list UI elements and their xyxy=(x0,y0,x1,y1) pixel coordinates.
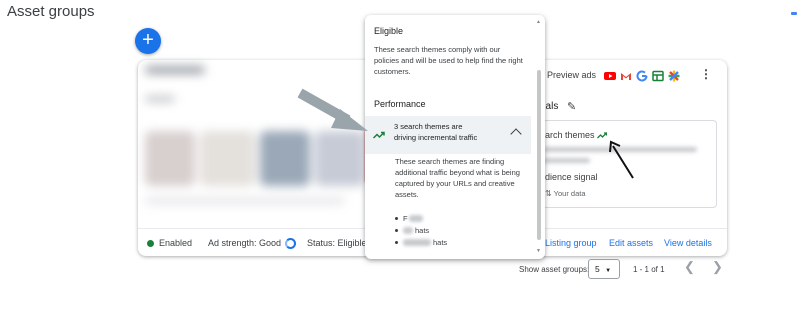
search-theme-list: F hats hats xyxy=(395,213,447,249)
scroll-down-icon[interactable]: ▼ xyxy=(536,248,541,254)
your-data-icon: ⇅ xyxy=(545,189,552,198)
redacted-text xyxy=(408,215,423,222)
list-item-text: hats xyxy=(433,238,448,247)
dropdown-caret-icon: ▼ xyxy=(605,268,612,274)
more-options-icon[interactable]: ⋮ xyxy=(700,67,712,81)
search-themes-label[interactable]: earch themes xyxy=(540,130,608,140)
google-icon xyxy=(636,69,648,82)
trending-up-icon xyxy=(372,126,385,144)
eligible-heading: Eligible xyxy=(374,26,404,36)
list-item-text: F xyxy=(403,214,408,223)
next-page-icon[interactable]: ❯ xyxy=(712,259,723,275)
page: Asset groups Preview ads ⋮ nals ✎ earch … xyxy=(0,0,800,318)
your-data-label: ⇅ Your data xyxy=(545,189,586,198)
status: Status: Eligible xyxy=(307,238,367,248)
ad-strength-ring-icon xyxy=(285,238,297,249)
audience-signal-label[interactable]: udience signal xyxy=(540,172,598,182)
collapse-chevron-icon[interactable] xyxy=(510,128,522,140)
status-enabled[interactable]: Enabled xyxy=(147,238,192,248)
ad-strength-value: Good xyxy=(259,238,282,248)
list-item: hats xyxy=(395,225,447,237)
eligible-text: These search themes comply with our poli… xyxy=(374,45,523,76)
page-range: 1 - 1 of 1 xyxy=(633,265,665,274)
redacted-text xyxy=(403,227,413,234)
edit-assets-link[interactable]: Edit assets xyxy=(609,238,653,248)
trending-up-icon xyxy=(597,130,608,140)
performance-item-row[interactable]: 3 search themes are driving incremental … xyxy=(365,116,531,154)
preview-ads-link[interactable]: Preview ads xyxy=(547,70,596,80)
page-title: Asset groups xyxy=(7,3,95,20)
enabled-dot-icon xyxy=(147,240,154,247)
scroll-up-icon[interactable]: ▲ xyxy=(536,19,541,25)
redacted-text xyxy=(403,239,431,246)
ad-strength: Ad strength: Good xyxy=(208,238,297,249)
edit-pencil-icon[interactable]: ✎ xyxy=(567,100,576,113)
channel-icons xyxy=(604,69,680,82)
your-data-text: Your data xyxy=(553,189,586,198)
blurred-asset-previews xyxy=(145,66,370,226)
list-item: F xyxy=(395,213,447,225)
list-item-text: hats xyxy=(415,226,430,235)
popover-scrollbar[interactable] xyxy=(537,70,541,240)
discover-icon xyxy=(652,69,664,82)
status-value: Eligible xyxy=(337,238,367,248)
performance-item-label: 3 search themes are driving incremental … xyxy=(394,122,478,142)
status-label: Status: xyxy=(307,238,336,248)
display-icon xyxy=(668,69,680,82)
redacted-search-theme xyxy=(542,158,590,163)
youtube-icon xyxy=(604,69,616,81)
page-size-value: 5 xyxy=(595,264,600,274)
list-item: hats xyxy=(395,237,447,249)
gmail-icon xyxy=(620,69,632,81)
ad-strength-label: Ad strength: xyxy=(208,238,257,248)
performance-body-text: These search themes are finding addition… xyxy=(395,157,520,199)
search-themes-popover: Eligible These search themes comply with… xyxy=(365,15,545,259)
listing-group-link[interactable]: Listing group xyxy=(545,238,597,248)
prev-page-icon[interactable]: ❮ xyxy=(684,259,695,275)
redacted-search-theme xyxy=(542,147,697,152)
add-asset-group-button[interactable]: + xyxy=(135,28,161,54)
edge-indicator xyxy=(791,12,797,15)
performance-heading: Performance xyxy=(374,99,426,109)
show-asset-groups-label: Show asset groups: xyxy=(519,265,590,274)
view-details-link[interactable]: View details xyxy=(664,238,712,248)
enabled-text: Enabled xyxy=(159,238,193,248)
search-themes-text: earch themes xyxy=(540,130,595,140)
page-size-select[interactable]: 5 ▼ xyxy=(588,259,620,279)
